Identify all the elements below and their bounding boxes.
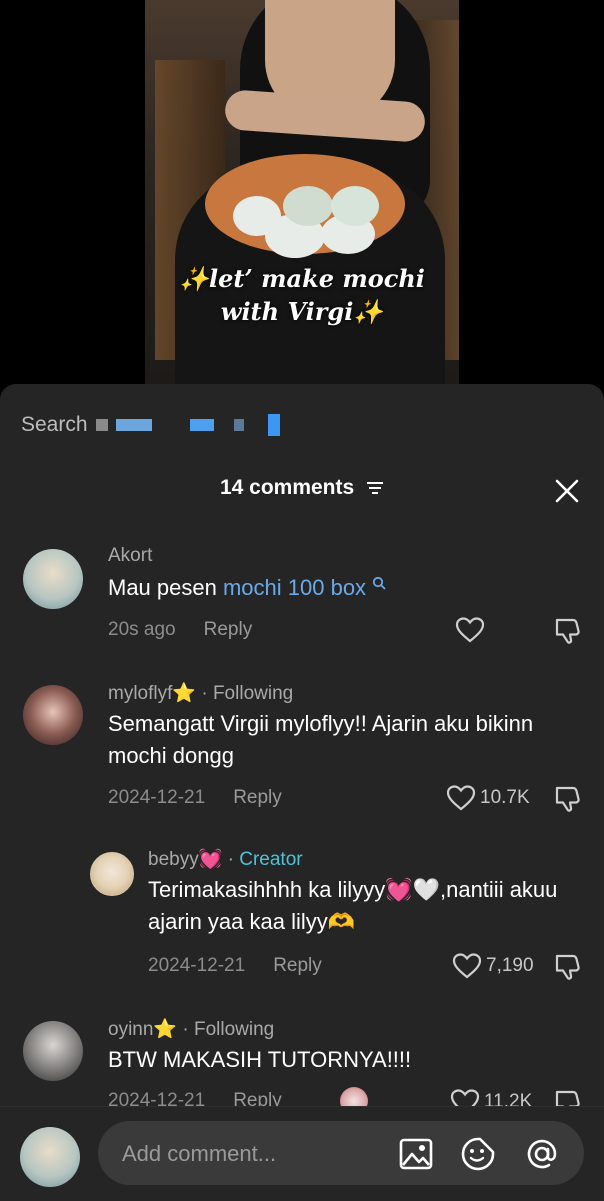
add-comment-input[interactable]: Add comment... bbox=[98, 1121, 584, 1185]
comment-text: Terimakasihhhh ka lilyyy💓🤍,nantiii akuu … bbox=[148, 877, 558, 934]
add-comment-placeholder: Add comment... bbox=[122, 1141, 277, 1166]
comment-text: BTW MAKASIH TUTORNYA!!!! bbox=[108, 1047, 412, 1072]
image-icon[interactable] bbox=[398, 1136, 434, 1172]
comment-item: myloflyf⭐ · Following Semangatt Virgii m… bbox=[0, 676, 604, 816]
comment-time: 2024-12-21 bbox=[148, 955, 246, 976]
video-frame: ✨let’ make mochi with Virgi✨ bbox=[145, 0, 459, 384]
comment-author-line: bebyy💓 · Creator bbox=[148, 849, 303, 870]
sticker-icon[interactable] bbox=[460, 1136, 496, 1172]
comment-item: oyinn⭐ · Following BTW MAKASIH TUTORNYA!… bbox=[0, 1012, 604, 1106]
like-button[interactable]: 7,190 bbox=[452, 952, 534, 980]
comment-meta: 20s ago Reply bbox=[108, 619, 252, 641]
comment-meta: 2024-12-21 Reply bbox=[148, 955, 322, 977]
comments-sheet: Search 14 comments Akort Mau pesen mochi… bbox=[0, 384, 604, 1201]
comment-time: 2024-12-21 bbox=[108, 1090, 206, 1106]
like-button[interactable]: 11.2K bbox=[450, 1088, 532, 1106]
avatar[interactable] bbox=[23, 1021, 83, 1081]
mention-icon[interactable] bbox=[524, 1136, 560, 1172]
comments-header: 14 comments bbox=[0, 476, 604, 506]
heart-icon bbox=[446, 785, 476, 811]
redacted-text bbox=[189, 419, 214, 431]
search-suggest-icon[interactable] bbox=[372, 576, 386, 590]
comment-text: Semangatt Virgii myloflyy!! Ajarin aku b… bbox=[108, 711, 534, 768]
search-label: Search bbox=[21, 413, 88, 436]
comment-author[interactable]: oyinn⭐ bbox=[108, 1019, 177, 1040]
heart-icon bbox=[452, 953, 482, 979]
comment-author-line: myloflyf⭐ · Following bbox=[108, 681, 293, 705]
comment-text-prefix: Mau pesen bbox=[108, 575, 223, 600]
my-avatar[interactable] bbox=[20, 1127, 80, 1187]
dislike-icon[interactable] bbox=[553, 1088, 583, 1106]
mochi bbox=[283, 186, 333, 226]
like-count: 7,190 bbox=[486, 955, 534, 976]
search-suggestion-row[interactable]: Search bbox=[21, 410, 280, 440]
caption-line: ✨let’ make mochi bbox=[179, 264, 425, 293]
heart-icon[interactable] bbox=[455, 616, 485, 644]
reply-button[interactable]: Reply bbox=[204, 619, 253, 640]
mochi bbox=[331, 186, 379, 226]
dislike-icon[interactable] bbox=[553, 784, 583, 814]
comment-meta: 2024-12-21 Reply bbox=[108, 787, 282, 809]
following-label: · Following bbox=[196, 683, 294, 704]
comment-item: Akort Mau pesen mochi 100 box 20s ago Rep… bbox=[0, 540, 604, 650]
avatar[interactable] bbox=[90, 852, 134, 896]
comment-meta: 2024-12-21 Reply bbox=[108, 1090, 282, 1106]
avatar[interactable] bbox=[23, 685, 83, 745]
video-player[interactable]: ✨let’ make mochi with Virgi✨ bbox=[0, 0, 604, 384]
like-count: 11.2K bbox=[484, 1091, 533, 1106]
comments-count: 14 comments bbox=[219, 476, 355, 499]
redacted-text bbox=[115, 419, 152, 431]
caption-line: with Virgi✨ bbox=[220, 297, 384, 326]
comment-author[interactable]: myloflyf⭐ bbox=[108, 683, 196, 704]
dislike-icon[interactable] bbox=[553, 952, 583, 982]
comment-time: 2024-12-21 bbox=[108, 787, 206, 808]
redacted-text bbox=[267, 414, 280, 436]
avatar[interactable] bbox=[23, 549, 83, 609]
close-icon[interactable] bbox=[554, 478, 580, 504]
dislike-icon[interactable] bbox=[553, 616, 583, 646]
comment-author-line: oyinn⭐ · Following bbox=[108, 1017, 274, 1041]
comment-composer: Add comment... bbox=[0, 1106, 604, 1201]
following-label: · Following bbox=[177, 1019, 275, 1040]
comment-time: 20s ago bbox=[108, 619, 176, 640]
creator-badge: Creator bbox=[239, 849, 303, 870]
video-caption: ✨let’ make mochi with Virgi✨ bbox=[145, 262, 459, 328]
comment-author[interactable]: bebyy💓 bbox=[148, 849, 222, 870]
reply-item: bebyy💓 · Creator Terimakasihhhh ka lilyy… bbox=[0, 844, 604, 984]
like-count: 10.7K bbox=[480, 787, 530, 808]
filter-icon[interactable] bbox=[366, 481, 384, 495]
like-button[interactable]: 10.7K bbox=[446, 784, 530, 812]
redacted-text bbox=[233, 419, 244, 431]
creator-liked-avatar bbox=[340, 1087, 368, 1106]
comment-author[interactable]: Akort bbox=[108, 545, 152, 567]
search-suggestion-link[interactable]: mochi 100 box bbox=[223, 575, 366, 600]
reply-button[interactable]: Reply bbox=[233, 787, 282, 808]
reply-button[interactable]: Reply bbox=[273, 955, 322, 976]
comment-text: Mau pesen mochi 100 box bbox=[108, 572, 386, 604]
heart-icon bbox=[450, 1089, 480, 1106]
reply-button[interactable]: Reply bbox=[233, 1090, 282, 1106]
redacted-text bbox=[95, 419, 108, 431]
